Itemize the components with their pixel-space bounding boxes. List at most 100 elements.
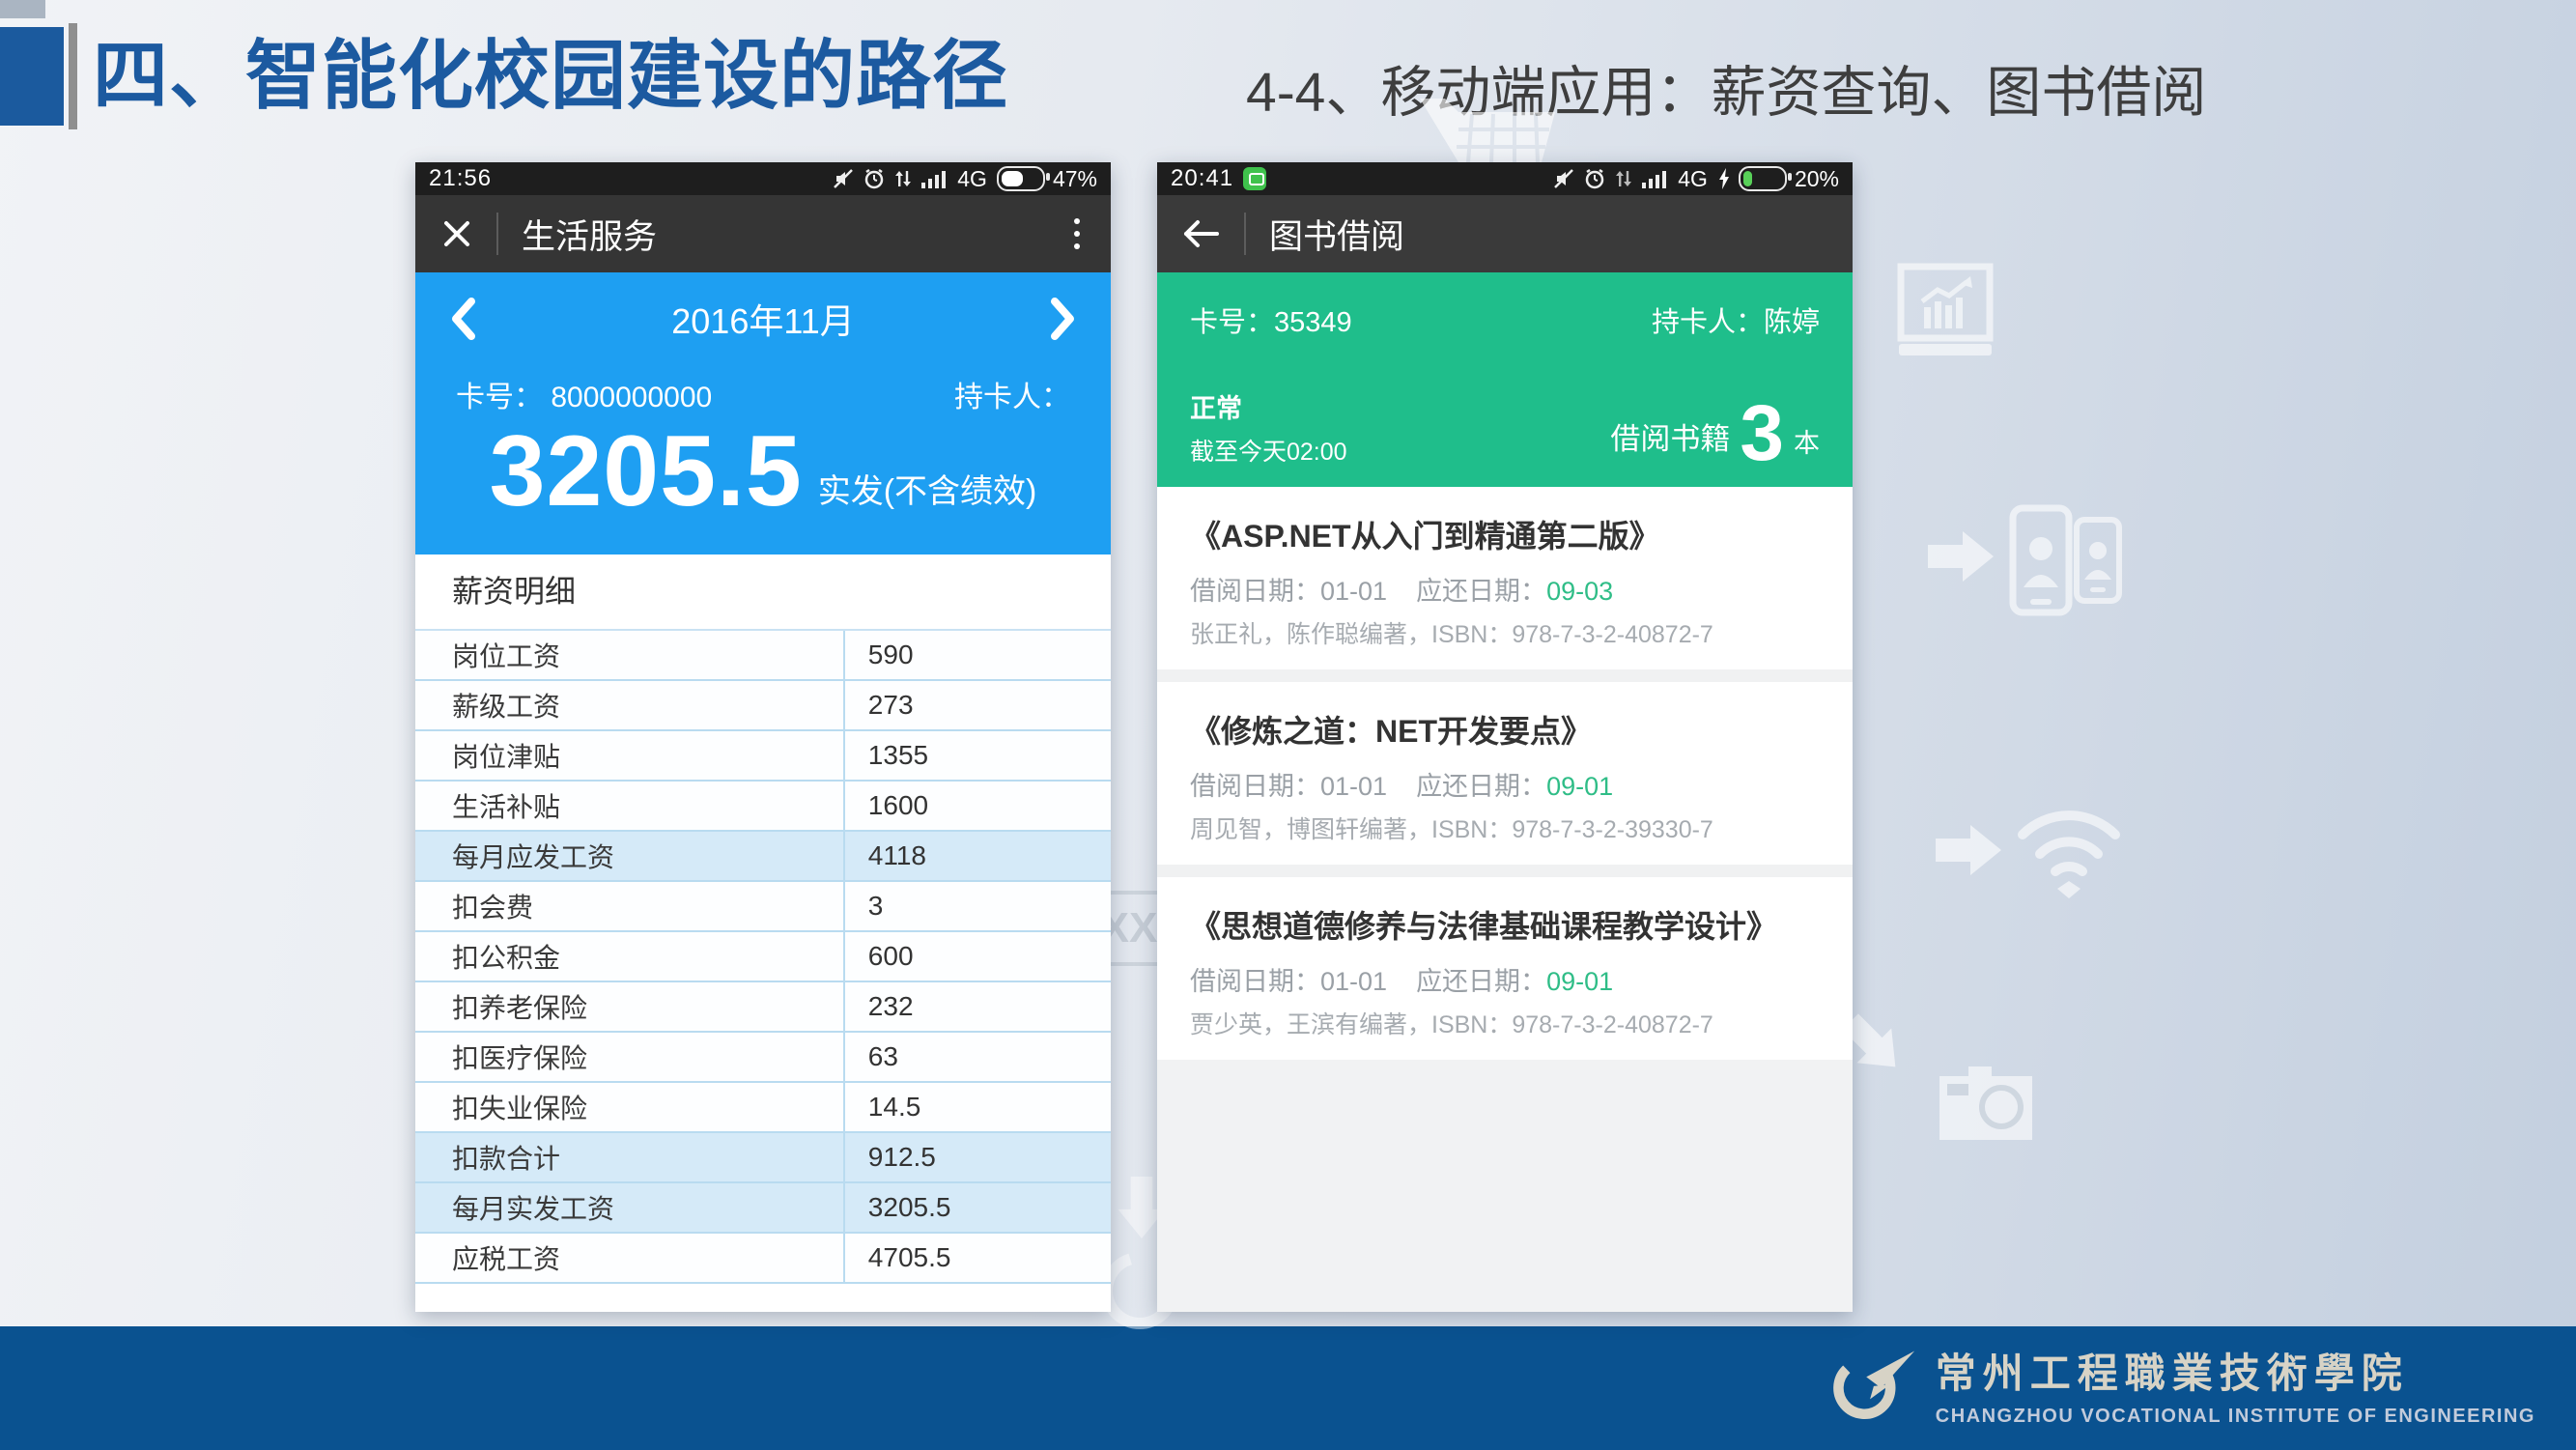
salary-row-label: 扣款合计 — [415, 1133, 843, 1181]
borrow-date: 借阅日期：01-01 — [1190, 577, 1387, 606]
battery-percent: 47% — [1053, 166, 1097, 192]
salary-row: 岗位津贴 1355 — [415, 731, 1111, 782]
book-dates: 借阅日期：01-01应还日期：09-01 — [1190, 765, 1820, 803]
slide-title: 四、智能化校园建设的路径 — [93, 15, 1008, 124]
card-status-block: 正常 截至今天02:00 — [1190, 387, 1347, 468]
salary-row-label: 每月应发工资 — [415, 832, 843, 880]
school-name-cn: 常州工程職業技術學院 — [1936, 1341, 2535, 1400]
salary-row-label: 薪级工资 — [415, 681, 843, 729]
salary-row: 薪级工资 273 — [415, 681, 1111, 731]
borrow-count-label: 借阅书籍 — [1610, 414, 1730, 468]
salary-row-value: 912.5 — [843, 1133, 1111, 1181]
salary-row-label: 生活补贴 — [415, 782, 843, 830]
salary-row-label: 扣养老保险 — [415, 982, 843, 1031]
card-deadline: 截至今天02:00 — [1190, 433, 1347, 468]
salary-row-label: 岗位津贴 — [415, 731, 843, 780]
salary-row-value: 590 — [843, 631, 1111, 679]
salary-row-value: 4118 — [843, 832, 1111, 880]
salary-row-value: 232 — [843, 982, 1111, 1031]
book-authors-isbn: 张正礼，陈作聪编著，ISBN：978-7-3-2-40872-7 — [1190, 615, 1820, 650]
due-date-label: 应还日期： — [1416, 967, 1546, 996]
title-accent-square — [0, 27, 64, 126]
school-name-en: CHANGZHOU VOCATIONAL INSTITUTE OF ENGINE… — [1936, 1406, 2535, 1428]
book-title: 《修炼之道：NET开发要点》 — [1190, 707, 1820, 752]
alarm-icon — [1583, 167, 1606, 190]
shopping-cart-icon — [1412, 89, 1567, 170]
mobile-devices-icon — [2007, 502, 2123, 618]
screen-empty-area — [1157, 1060, 1853, 1312]
salary-row: 岗位工资 590 — [415, 631, 1111, 681]
salary-row-value: 4705.5 — [843, 1234, 1111, 1282]
back-icon[interactable] — [1182, 217, 1221, 250]
app-navbar: 图书借阅 — [1157, 195, 1853, 272]
card-holder-label: 持卡人： — [954, 373, 1070, 415]
network-label: 4G — [1678, 166, 1708, 192]
overflow-menu-icon[interactable] — [1068, 213, 1086, 255]
salary-row-label: 扣公积金 — [415, 932, 843, 981]
close-icon[interactable] — [440, 217, 473, 250]
net-salary-note: 实发(不含绩效) — [818, 465, 1037, 522]
book-title: 《思想道德修养与法律基础课程教学设计》 — [1190, 902, 1820, 947]
salary-detail-heading: 薪资明细 — [415, 554, 1111, 631]
salary-row: 生活补贴 1600 — [415, 782, 1111, 832]
mute-icon — [832, 167, 855, 190]
salary-row: 扣养老保险 232 — [415, 982, 1111, 1033]
mute-icon — [1552, 167, 1575, 190]
book-authors-isbn: 周见智，博图轩编著，ISBN：978-7-3-2-39330-7 — [1190, 810, 1820, 845]
salary-row-label: 岗位工资 — [415, 631, 843, 679]
due-date: 09-03 — [1546, 577, 1613, 606]
book-item[interactable]: 《思想道德修养与法律基础课程教学设计》 借阅日期：01-01 应还日期：09-01… — [1157, 877, 1853, 1060]
app-navbar: 生活服务 — [415, 195, 1111, 272]
status-bar: 21:56 4G 47% — [415, 162, 1111, 195]
screen-bottom-strip — [415, 1284, 1111, 1312]
borrow-count-block: 借阅书籍 3 本 — [1610, 400, 1820, 468]
salary-row-label: 扣会费 — [415, 882, 843, 930]
alarm-icon — [863, 167, 886, 190]
network-label: 4G — [957, 166, 987, 192]
book-item[interactable]: 《ASP.NET从入门到精通第二版》 借阅日期：01-01应还日期：09-03 … — [1157, 487, 1853, 682]
library-card-summary: 卡号：35349 持卡人：陈婷 正常 截至今天02:00 借阅书籍 3 本 — [1157, 272, 1853, 487]
card-status: 正常 — [1190, 387, 1347, 425]
month-label: 2016年11月 — [475, 294, 1051, 344]
book-item[interactable]: 《修炼之道：NET开发要点》 借阅日期：01-01应还日期：09-01 周见智，… — [1157, 682, 1853, 877]
app-title: 图书借阅 — [1269, 210, 1404, 259]
presentation-slide: 四、智能化校园建设的路径 4-4、移动端应用：薪资查询、图书借阅 — [0, 0, 2576, 1450]
salary-row-value: 14.5 — [843, 1083, 1111, 1131]
card-number: 卡号： 8000000000 — [456, 373, 712, 415]
signal-icon — [920, 167, 948, 190]
salary-row-label: 每月实发工资 — [415, 1183, 843, 1232]
due-date: 09-01 — [1546, 967, 1613, 996]
app-title: 生活服务 — [522, 210, 657, 259]
borrow-date: 借阅日期：01-01 — [1190, 967, 1387, 996]
due-date: 09-01 — [1546, 772, 1613, 801]
book-authors-isbn: 贾少英，王滨有编著，ISBN：978-7-3-2-40872-7 — [1190, 1006, 1820, 1040]
clock-time: 20:41 — [1171, 165, 1233, 192]
clock-time: 21:56 — [429, 165, 492, 192]
salary-row: 扣公积金 600 — [415, 932, 1111, 982]
borrow-count-unit: 本 — [1794, 422, 1820, 468]
salary-row: 每月应发工资 4118 — [415, 832, 1111, 882]
next-month-button[interactable] — [1051, 298, 1076, 340]
due-date-label: 应还日期： — [1416, 772, 1546, 801]
book-dates: 借阅日期：01-01应还日期：09-03 — [1190, 570, 1820, 608]
signal-icon — [1641, 167, 1668, 190]
salary-row: 扣失业保险 14.5 — [415, 1083, 1111, 1133]
salary-row-label: 扣医疗保险 — [415, 1033, 843, 1081]
battery-percent: 20% — [1795, 166, 1839, 192]
arrow-right-icon — [1936, 823, 2001, 877]
title-accent-bar — [69, 23, 77, 129]
school-logo: 常州工程職業技術學院 CHANGZHOU VOCATIONAL INSTITUT… — [1826, 1341, 2535, 1428]
status-bar: 20:41 4G 20% — [1157, 162, 1853, 195]
salary-row: 扣医疗保险 63 — [415, 1033, 1111, 1083]
previous-month-button[interactable] — [450, 298, 475, 340]
salary-summary-card: 2016年11月 卡号： 8000000000 持卡人： 3205.5 实发(不… — [415, 272, 1111, 554]
arrow-right-icon — [1928, 529, 1994, 583]
salary-row-value: 3205.5 — [843, 1183, 1111, 1232]
salary-row-value: 1600 — [843, 782, 1111, 830]
notification-app-icon — [1243, 167, 1266, 190]
school-logo-icon — [1826, 1344, 1918, 1425]
salary-row-value: 600 — [843, 932, 1111, 981]
salary-row: 扣会费 3 — [415, 882, 1111, 932]
salary-row-label: 应税工资 — [415, 1234, 843, 1282]
library-card-holder: 持卡人：陈婷 — [1652, 299, 1820, 340]
